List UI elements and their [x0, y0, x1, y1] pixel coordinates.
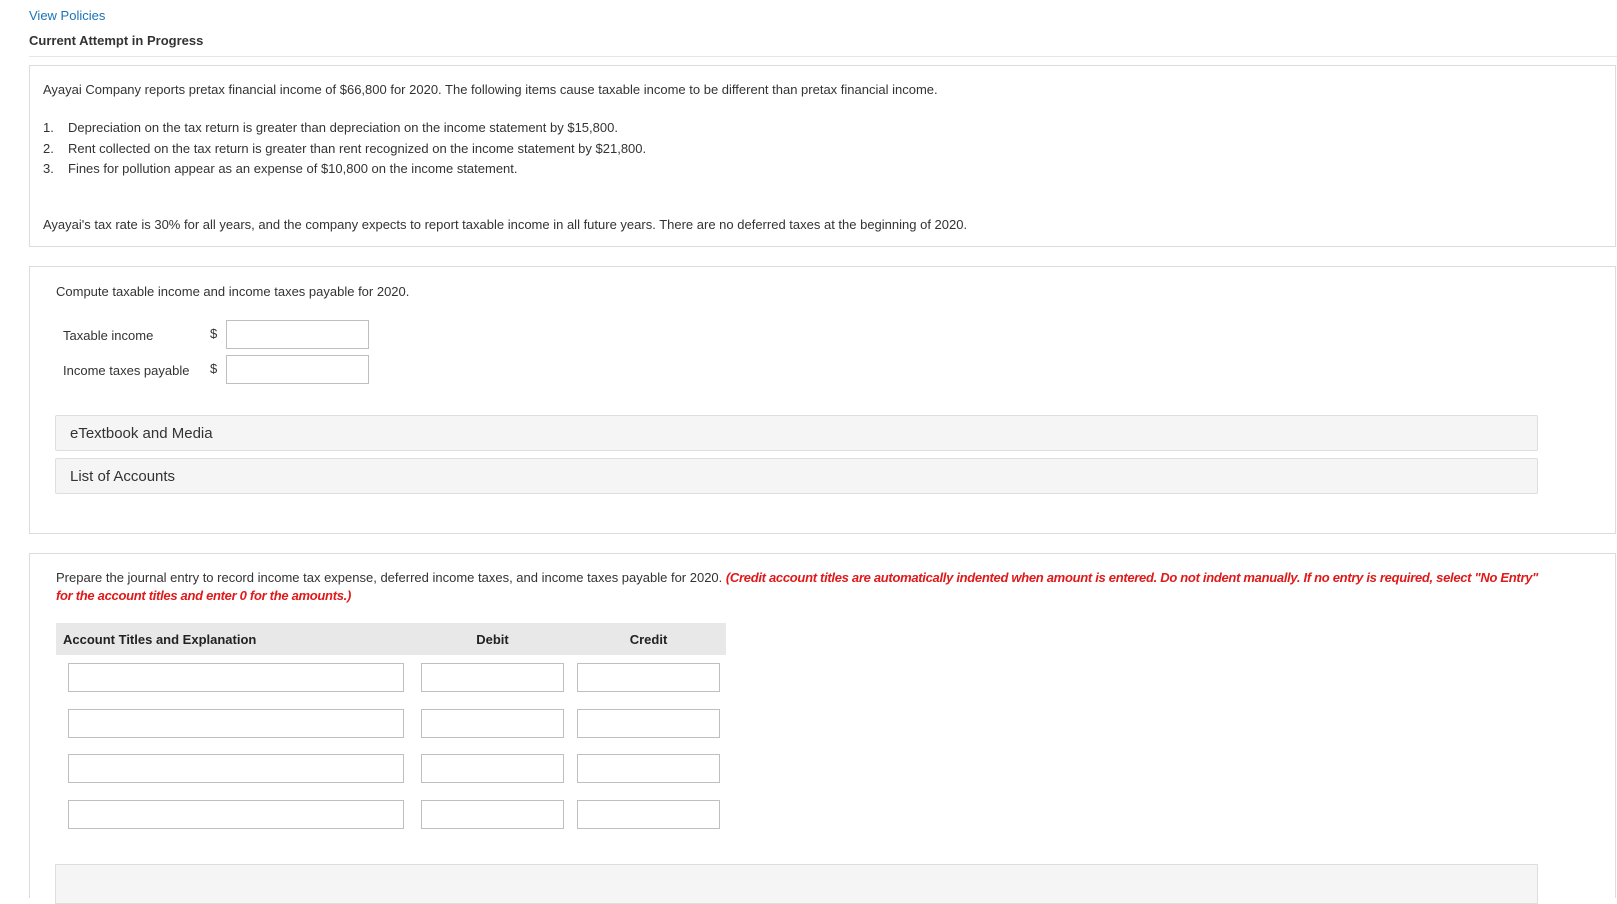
problem-intro: Ayayai Company reports pretax financial … — [43, 82, 938, 97]
debit-input[interactable] — [421, 754, 564, 783]
account-title-input[interactable] — [68, 663, 404, 692]
debit-input[interactable] — [421, 663, 564, 692]
debit-input[interactable] — [421, 709, 564, 738]
collapsed-section[interactable] — [55, 864, 1538, 904]
list-item: 3. Fines for pollution appear as an expen… — [43, 161, 518, 176]
table-header: Account Titles and Explanation Debit Cre… — [56, 623, 726, 655]
currency-symbol: $ — [210, 326, 218, 341]
credit-input[interactable] — [577, 663, 720, 692]
etextbook-media-accordion[interactable]: eTextbook and Media — [55, 415, 1538, 451]
header-credit: Credit — [629, 632, 668, 647]
income-taxes-payable-input[interactable] — [226, 355, 369, 384]
credit-input[interactable] — [577, 800, 720, 829]
credit-input[interactable] — [577, 754, 720, 783]
taxable-income-label: Taxable income — [63, 328, 154, 343]
currency-symbol: $ — [210, 361, 218, 376]
credit-input[interactable] — [577, 709, 720, 738]
divider — [29, 56, 1617, 57]
attempt-status: Current Attempt in Progress — [29, 33, 204, 48]
debit-input[interactable] — [421, 800, 564, 829]
account-title-input[interactable] — [68, 754, 404, 783]
account-title-input[interactable] — [68, 800, 404, 829]
table-row — [56, 709, 726, 739]
table-row — [56, 663, 726, 693]
question-1-panel: Compute taxable income and income taxes … — [29, 266, 1616, 534]
list-of-accounts-accordion[interactable]: List of Accounts — [55, 458, 1538, 494]
account-title-input[interactable] — [68, 709, 404, 738]
question-1-prompt: Compute taxable income and income taxes … — [56, 284, 410, 299]
taxable-income-input[interactable] — [226, 320, 369, 349]
accordion-label: eTextbook and Media — [70, 425, 213, 442]
question-2-panel: Prepare the journal entry to record inco… — [29, 553, 1616, 904]
view-policies-link[interactable]: View Policies — [29, 8, 105, 23]
header-debit: Debit — [476, 632, 509, 647]
problem-items-list: 1. Depreciation on the tax return is grea… — [43, 118, 646, 180]
list-item: 2. Rent collected on the tax return is gr… — [43, 140, 647, 156]
income-taxes-payable-label: Income taxes payable — [63, 363, 190, 378]
header-account-titles: Account Titles and Explanation — [63, 632, 257, 647]
accordion-label: List of Accounts — [70, 468, 176, 485]
list-item: 1. Depreciation on the tax return is grea… — [43, 120, 618, 135]
problem-closing: Ayayai's tax rate is 30% for all years, … — [43, 217, 968, 232]
problem-statement-panel: Ayayai Company reports pretax financial … — [29, 65, 1616, 247]
question-2-prompt: Prepare the journal entry to record inco… — [56, 569, 1546, 605]
prompt-text: Prepare the journal entry to record inco… — [56, 570, 723, 585]
table-row — [56, 800, 726, 830]
table-row — [56, 754, 726, 784]
